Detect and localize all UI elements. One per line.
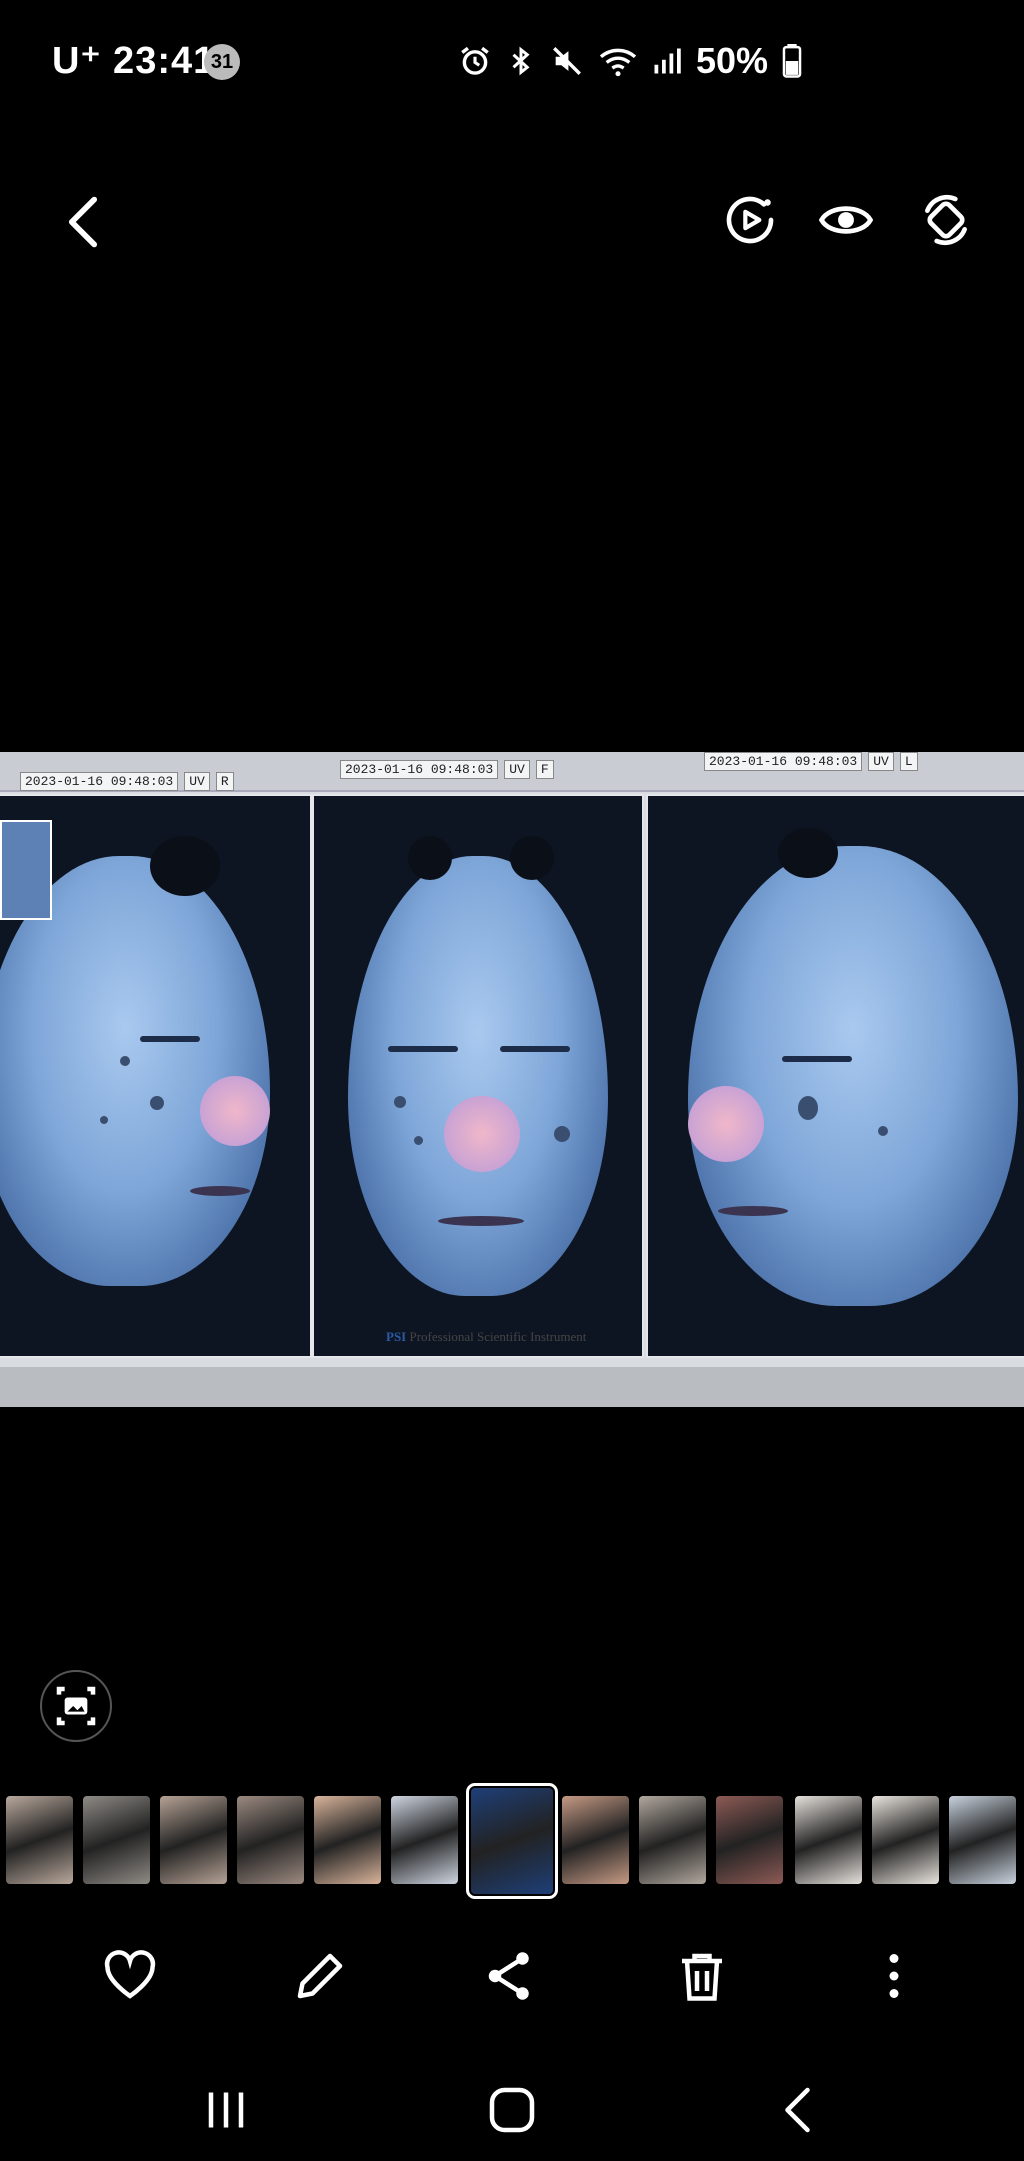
pencil-icon[interactable] <box>290 1946 350 2006</box>
recents-icon[interactable] <box>196 2080 256 2140</box>
thumbnail[interactable] <box>562 1796 629 1884</box>
share-icon[interactable] <box>480 1946 540 2006</box>
heart-icon[interactable] <box>100 1946 160 2006</box>
back-button[interactable] <box>60 192 106 252</box>
panel-1-header: 2023-01-16 09:48:03 UV R <box>20 772 234 791</box>
view-icon[interactable] <box>818 192 874 248</box>
status-bar: U⁺ 23:41 31 50% <box>0 0 1024 120</box>
panel-1-side: R <box>215 772 234 791</box>
rotate-icon[interactable] <box>918 192 974 248</box>
bottom-actions <box>0 1940 1024 2020</box>
uv-panel-left-side <box>646 794 1024 1358</box>
thumbnail-selected[interactable] <box>466 1783 558 1899</box>
motion-photo-icon[interactable] <box>722 192 778 248</box>
uv-panel-right-side <box>0 794 312 1358</box>
carrier-time: U⁺ 23:41 <box>52 40 216 82</box>
brand-prefix: PSI <box>386 1329 407 1344</box>
thumbnail[interactable] <box>872 1796 939 1884</box>
thumbnail[interactable] <box>160 1796 227 1884</box>
thumbnail[interactable] <box>795 1796 862 1884</box>
filmstrip <box>0 1783 1024 1899</box>
notification-count-badge: 31 <box>204 44 240 80</box>
image-lens-icon <box>56 1686 96 1726</box>
bluetooth-icon <box>512 46 530 76</box>
panel-3-side: L <box>899 752 918 771</box>
alarm-icon <box>461 46 489 75</box>
panel-1-mode: UV <box>184 772 210 791</box>
thumbnail[interactable] <box>949 1796 1016 1884</box>
more-vertical-icon[interactable] <box>864 1946 924 2006</box>
home-icon[interactable] <box>482 2080 542 2140</box>
battery-percent: 50% <box>696 40 769 81</box>
panel-2-mode: UV <box>504 760 530 779</box>
nav-back-icon[interactable] <box>770 2080 830 2140</box>
thumbnail[interactable] <box>391 1796 458 1884</box>
thumbnail[interactable] <box>716 1796 783 1884</box>
thumbnail[interactable] <box>83 1796 150 1884</box>
thumbnail[interactable] <box>314 1796 381 1884</box>
brand-footer: PSI Professional Scientific Instrument <box>386 1329 586 1345</box>
uv-panel-front <box>312 794 644 1358</box>
battery-icon <box>782 44 802 78</box>
trash-icon[interactable] <box>672 1946 732 2006</box>
navigation-bar <box>0 2060 1024 2161</box>
brand-text: Professional Scientific Instrument <box>409 1329 587 1344</box>
thumbnail[interactable] <box>639 1796 706 1884</box>
panel-1-date: 2023-01-16 09:48:03 <box>20 772 179 791</box>
photo[interactable]: 2023-01-16 09:48:03 UV R 2023-01-16 09:4… <box>0 752 1024 1407</box>
panel-3-date: 2023-01-16 09:48:03 <box>704 752 863 771</box>
panel-2-header: 2023-01-16 09:48:03 UV F <box>340 760 554 779</box>
thumbnail[interactable] <box>6 1796 73 1884</box>
panel-2-date: 2023-01-16 09:48:03 <box>340 760 499 779</box>
mute-icon <box>553 47 581 75</box>
panel-3-header: 2023-01-16 09:48:03 UV L <box>704 752 918 771</box>
panel-3-mode: UV <box>868 752 894 771</box>
signal-icon <box>654 48 681 74</box>
desk-background <box>0 1367 1024 1407</box>
wifi-icon <box>599 48 637 77</box>
image-lens-button[interactable] <box>40 1670 112 1742</box>
panel-2-side: F <box>535 760 554 779</box>
status-icons: 50% <box>458 40 802 82</box>
thumbnail[interactable] <box>237 1796 304 1884</box>
